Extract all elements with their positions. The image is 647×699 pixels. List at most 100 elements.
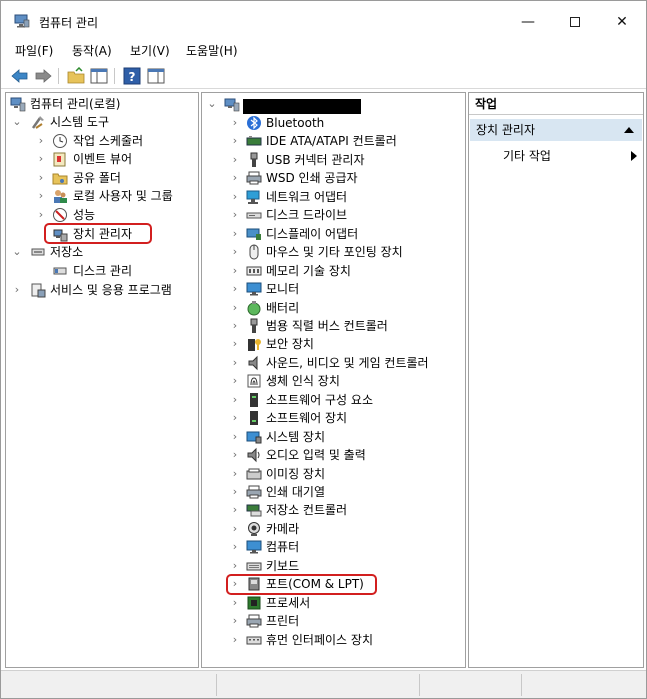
submenu-arrow-icon[interactable] (631, 151, 637, 161)
chevron-right-icon[interactable]: › (12, 281, 22, 299)
device-category-label: 디스크 드라이브 (266, 208, 348, 222)
chevron-right-icon[interactable]: › (230, 631, 240, 649)
device-tree-root[interactable]: ⌄ (202, 95, 465, 114)
chevron-right-icon[interactable]: › (230, 262, 240, 280)
chevron-right-icon[interactable]: › (230, 225, 240, 243)
tree-item-computer-management[interactable]: 컴퓨터 관리(로컬) (6, 95, 198, 113)
device-category-software-component[interactable]: › 소프트웨어 구성 요소 (202, 391, 465, 409)
console-tree-pane[interactable]: 컴퓨터 관리(로컬) ⌄ 시스템 도구 › 작업 스케줄러 › 이벤트 뷰어 ›… (5, 92, 199, 668)
chevron-right-icon[interactable]: › (230, 280, 240, 298)
device-category-storage-controller[interactable]: › 저장소 컨트롤러 (202, 501, 465, 519)
device-category-usb[interactable]: › USB 커넥터 관리자 (202, 151, 465, 169)
device-category-display-adapter[interactable]: › 디스플레이 어댑터 (202, 225, 465, 243)
chevron-right-icon[interactable]: › (36, 132, 46, 150)
chevron-right-icon[interactable]: › (230, 206, 240, 224)
tree-item-system-tools[interactable]: ⌄ 시스템 도구 (6, 113, 198, 131)
chevron-right-icon[interactable]: › (230, 132, 240, 150)
maximize-button[interactable] (552, 7, 598, 37)
collapse-triangle-icon[interactable] (624, 127, 634, 133)
menu-help[interactable]: 도움말(H) (186, 42, 238, 59)
title-bar[interactable]: 컴퓨터 관리 — ✕ (1, 1, 646, 39)
chevron-down-icon[interactable]: ⌄ (12, 243, 22, 261)
chevron-right-icon[interactable]: › (230, 114, 240, 132)
device-category-hid[interactable]: › 휴먼 인터페이스 장치 (202, 631, 465, 649)
chevron-right-icon[interactable]: › (230, 354, 240, 372)
device-category-print-queue[interactable]: › 인쇄 대기열 (202, 483, 465, 501)
tree-item-performance[interactable]: › 성능 (6, 206, 198, 224)
chevron-right-icon[interactable]: › (230, 335, 240, 353)
chevron-right-icon[interactable]: › (230, 409, 240, 427)
menu-file[interactable]: 파일(F) (15, 42, 53, 59)
chevron-right-icon[interactable]: › (36, 187, 46, 205)
forward-arrow-icon[interactable] (33, 67, 53, 85)
chevron-right-icon[interactable]: › (230, 520, 240, 538)
chevron-right-icon[interactable]: › (36, 206, 46, 224)
device-category-imaging[interactable]: › 이미징 장치 (202, 465, 465, 483)
show-hide-action-pane-icon[interactable] (146, 67, 166, 85)
chevron-right-icon[interactable]: › (230, 151, 240, 169)
device-category-computer[interactable]: › 컴퓨터 (202, 538, 465, 556)
tree-item-disk-management[interactable]: 디스크 관리 (6, 262, 198, 280)
menu-view[interactable]: 보기(V) (130, 42, 170, 59)
back-arrow-icon[interactable] (10, 67, 30, 85)
chevron-right-icon[interactable]: › (230, 446, 240, 464)
device-category-monitor[interactable]: › 모니터 (202, 280, 465, 298)
chevron-down-icon[interactable]: ⌄ (207, 95, 217, 113)
chevron-right-icon[interactable]: › (36, 169, 46, 187)
chevron-down-icon[interactable]: ⌄ (12, 113, 22, 131)
tree-item-label: 시스템 도구 (50, 115, 110, 129)
chevron-right-icon[interactable]: › (230, 317, 240, 335)
device-category-software-device[interactable]: › 소프트웨어 장치 (202, 409, 465, 427)
device-category-camera[interactable]: › 카메라 (202, 520, 465, 538)
chevron-right-icon[interactable]: › (230, 557, 240, 575)
device-category-security-device[interactable]: › 보안 장치 (202, 335, 465, 353)
more-actions-item[interactable]: 기타 작업 (503, 147, 551, 165)
device-category-label: USB 커넥터 관리자 (266, 153, 365, 167)
show-hide-tree-icon[interactable] (89, 67, 109, 85)
chevron-right-icon[interactable]: › (230, 594, 240, 612)
device-category-audio[interactable]: › 오디오 입력 및 출력 (202, 446, 465, 464)
actions-section-device-manager[interactable]: 장치 관리자 (470, 119, 642, 141)
chevron-right-icon[interactable]: › (230, 465, 240, 483)
chevron-right-icon[interactable]: › (230, 243, 240, 261)
device-category-network-adapter[interactable]: › 네트워크 어댑터 (202, 188, 465, 206)
device-category-disk-drive[interactable]: › 디스크 드라이브 (202, 206, 465, 224)
device-category-bluetooth[interactable]: › Bluetooth (202, 114, 465, 132)
tree-item-storage[interactable]: ⌄ 저장소 (6, 243, 198, 261)
chevron-right-icon[interactable]: › (230, 299, 240, 317)
help-icon[interactable]: ? (122, 67, 142, 85)
chevron-right-icon[interactable]: › (230, 391, 240, 409)
chevron-right-icon[interactable]: › (230, 483, 240, 501)
device-category-ide-controller[interactable]: › IDE ATA/ATAPI 컨트롤러 (202, 132, 465, 150)
tree-item-local-users-groups[interactable]: › 로컬 사용자 및 그룹 (6, 187, 198, 205)
device-tree-pane[interactable]: ⌄ › Bluetooth › IDE ATA/ATAPI 컨트롤러 › USB 커넥터 … (201, 92, 466, 668)
device-category-printer[interactable]: › 프린터 (202, 612, 465, 630)
device-category-memory[interactable]: › 메모리 기술 장치 (202, 262, 465, 280)
tree-item-event-viewer[interactable]: › 이벤트 뷰어 (6, 150, 198, 168)
chevron-right-icon[interactable]: › (36, 150, 46, 168)
tree-item-services-applications[interactable]: › 서비스 및 응용 프로그램 (6, 281, 198, 299)
close-button[interactable]: ✕ (599, 7, 645, 37)
device-category-system-device[interactable]: › 시스템 장치 (202, 428, 465, 446)
menu-action[interactable]: 동작(A) (72, 42, 112, 59)
up-folder-icon[interactable] (66, 67, 86, 85)
chevron-right-icon[interactable]: › (230, 428, 240, 446)
device-category-biometric[interactable]: › 생체 인식 장치 (202, 372, 465, 390)
chevron-right-icon[interactable]: › (230, 612, 240, 630)
device-category-processor[interactable]: › 프로세서 (202, 594, 465, 612)
tree-item-task-scheduler[interactable]: › 작업 스케줄러 (6, 132, 198, 150)
chevron-right-icon[interactable]: › (230, 538, 240, 556)
window-title: 컴퓨터 관리 (39, 16, 99, 30)
chevron-right-icon[interactable]: › (230, 169, 240, 187)
device-category-printer[interactable]: › WSD 인쇄 공급자 (202, 169, 465, 187)
device-category-keyboard[interactable]: › 키보드 (202, 557, 465, 575)
device-category-mouse[interactable]: › 마우스 및 기타 포인팅 장치 (202, 243, 465, 261)
device-category-usb-controller[interactable]: › 범용 직렬 버스 컨트롤러 (202, 317, 465, 335)
chevron-right-icon[interactable]: › (230, 372, 240, 390)
minimize-button[interactable]: — (505, 7, 551, 37)
chevron-right-icon[interactable]: › (230, 501, 240, 519)
chevron-right-icon[interactable]: › (230, 188, 240, 206)
device-category-sound[interactable]: › 사운드, 비디오 및 게임 컨트롤러 (202, 354, 465, 372)
tree-item-shared-folders[interactable]: › 공유 폴더 (6, 169, 198, 187)
device-category-battery[interactable]: › 배터리 (202, 299, 465, 317)
